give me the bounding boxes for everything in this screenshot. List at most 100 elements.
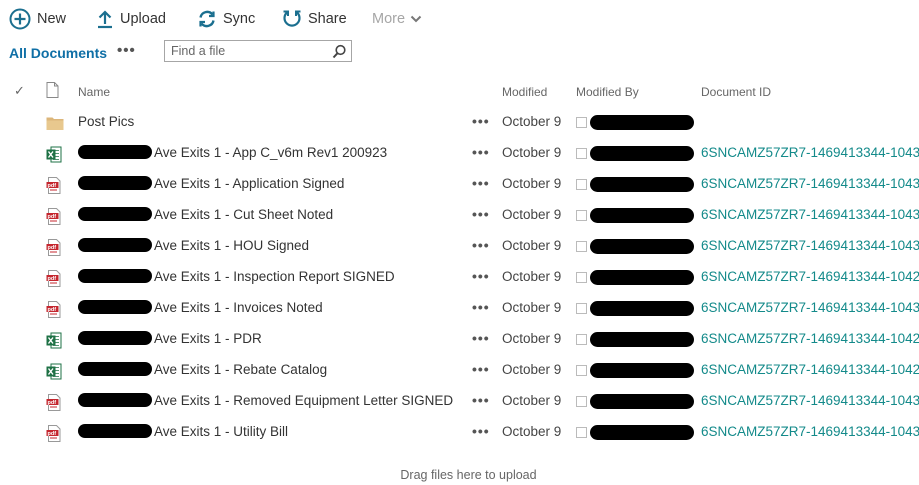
column-modified-by[interactable]: Modified By	[576, 85, 639, 99]
column-name[interactable]: Name	[78, 85, 110, 99]
excel-file-icon	[46, 146, 62, 163]
presence-checkbox[interactable]	[576, 148, 587, 159]
share-label: Share	[308, 11, 347, 27]
document-name-link[interactable]: Ave Exits 1 - HOU Signed	[78, 238, 309, 253]
document-id-link[interactable]: 6SNCAMZ57ZR7-1469413344-10436	[701, 238, 919, 253]
presence-checkbox[interactable]	[576, 117, 587, 128]
column-modified[interactable]: Modified	[502, 85, 547, 99]
document-id-link[interactable]: 6SNCAMZ57ZR7-1469413344-10432	[701, 393, 919, 408]
document-name-text: Ave Exits 1 - Rebate Catalog	[154, 362, 328, 377]
redaction-mark	[78, 331, 152, 345]
modified-by-redacted	[590, 301, 694, 316]
redaction-mark	[78, 238, 152, 252]
row-ellipsis-icon[interactable]: •••	[472, 144, 490, 160]
presence-checkbox[interactable]	[576, 210, 587, 221]
pdf-file-icon: pdf	[46, 425, 62, 442]
magnifier-icon[interactable]	[332, 44, 347, 64]
document-name-link[interactable]: Ave Exits 1 - Utility Bill	[78, 424, 288, 439]
document-row[interactable]: pdf Ave Exits 1 - Inspection Report SIGNE…	[0, 262, 919, 293]
document-name-link[interactable]: Ave Exits 1 - PDR	[78, 331, 262, 346]
document-name-text: Ave Exits 1 - Inspection Report SIGNED	[154, 269, 395, 284]
upload-arrow-icon	[96, 9, 114, 29]
modified-by-redacted	[590, 425, 694, 440]
document-name-link[interactable]: Ave Exits 1 - Application Signed	[78, 176, 344, 191]
row-ellipsis-icon[interactable]: •••	[472, 361, 490, 377]
document-row[interactable]: pdf Ave Exits 1 - HOU Signed ••• October 9 6…	[0, 231, 919, 262]
document-id-link[interactable]: 6SNCAMZ57ZR7-1469413344-10427	[701, 269, 919, 284]
presence-checkbox[interactable]	[576, 396, 587, 407]
document-row[interactable]: Ave Exits 1 - PDR ••• October 9 6SNCAMZ57ZR…	[0, 324, 919, 355]
document-name-text: Ave Exits 1 - HOU Signed	[154, 238, 310, 253]
share-button[interactable]: Share	[282, 0, 347, 38]
document-name-link[interactable]: Ave Exits 1 - Removed Equipment Letter S…	[78, 393, 453, 408]
document-row[interactable]: pdf Ave Exits 1 - Cut Sheet Noted ••• Octob…	[0, 200, 919, 231]
document-row[interactable]: Ave Exits 1 - Rebate Catalog ••• October 9…	[0, 355, 919, 386]
modified-by-redacted	[590, 394, 694, 409]
sync-button[interactable]: Sync	[197, 0, 255, 38]
modified-by-redacted	[590, 239, 694, 254]
column-header: ✓ Name Modified Modified By Document ID	[0, 80, 919, 104]
document-row[interactable]: pdf Ave Exits 1 - Removed Equipment Lette…	[0, 386, 919, 417]
document-name-link[interactable]: Ave Exits 1 - Rebate Catalog	[78, 362, 327, 377]
new-button[interactable]: New	[9, 0, 66, 38]
row-ellipsis-icon[interactable]: •••	[472, 330, 490, 346]
select-all-check[interactable]: ✓	[14, 83, 25, 99]
modified-date: October 9	[502, 393, 562, 408]
modified-by-redacted	[590, 177, 694, 192]
modified-date: October 9	[502, 114, 562, 129]
more-label: More	[372, 11, 406, 27]
view-bar: All Documents •••	[0, 38, 919, 68]
document-row[interactable]: pdf Ave Exits 1 - Utility Bill ••• October …	[0, 417, 919, 448]
redaction-mark	[78, 145, 152, 159]
presence-checkbox[interactable]	[576, 179, 587, 190]
document-name-link[interactable]: Ave Exits 1 - Inspection Report SIGNED	[78, 269, 395, 284]
document-id-link[interactable]: 6SNCAMZ57ZR7-1469413344-10431	[701, 300, 919, 315]
modified-by-redacted	[590, 270, 694, 285]
file-type-header-icon[interactable]	[46, 82, 59, 101]
document-row[interactable]: Post Pics ••• October 9	[0, 107, 919, 138]
document-name-link[interactable]: Ave Exits 1 - App C_v6m Rev1 200923	[78, 145, 387, 160]
svg-text:pdf: pdf	[48, 183, 57, 189]
row-ellipsis-icon[interactable]: •••	[472, 299, 490, 315]
row-ellipsis-icon[interactable]: •••	[472, 423, 490, 439]
row-ellipsis-icon[interactable]: •••	[472, 268, 490, 284]
presence-checkbox[interactable]	[576, 303, 587, 314]
document-row[interactable]: pdf Ave Exits 1 - Invoices Noted ••• Octobe…	[0, 293, 919, 324]
row-ellipsis-icon[interactable]: •••	[472, 206, 490, 222]
document-name-link[interactable]: Ave Exits 1 - Cut Sheet Noted	[78, 207, 333, 222]
svg-text:pdf: pdf	[48, 400, 57, 406]
new-label: New	[37, 11, 67, 27]
document-id-link[interactable]: 6SNCAMZ57ZR7-1469413344-10430	[701, 145, 919, 160]
search-input[interactable]	[171, 43, 321, 59]
modified-date: October 9	[502, 362, 562, 377]
row-ellipsis-icon[interactable]: •••	[472, 113, 490, 129]
document-id-link[interactable]: 6SNCAMZ57ZR7-1469413344-10433	[701, 424, 919, 439]
document-id-link[interactable]: 6SNCAMZ57ZR7-1469413344-10434	[701, 176, 919, 191]
modified-date: October 9	[502, 300, 562, 315]
document-row[interactable]: pdf Ave Exits 1 - Application Signed ••• Oc…	[0, 169, 919, 200]
svg-text:pdf: pdf	[48, 431, 57, 437]
document-name-link[interactable]: Ave Exits 1 - Invoices Noted	[78, 300, 323, 315]
document-name-text: Ave Exits 1 - Utility Bill	[154, 424, 289, 439]
view-options-ellipsis-icon[interactable]: •••	[117, 42, 136, 59]
presence-checkbox[interactable]	[576, 427, 587, 438]
document-id-link[interactable]: 6SNCAMZ57ZR7-1469413344-10435	[701, 207, 919, 222]
presence-checkbox[interactable]	[576, 334, 587, 345]
modified-date: October 9	[502, 238, 562, 253]
row-ellipsis-icon[interactable]: •••	[472, 237, 490, 253]
svg-text:pdf: pdf	[48, 245, 57, 251]
more-button[interactable]: More	[372, 0, 422, 38]
column-document-id[interactable]: Document ID	[701, 85, 771, 99]
row-ellipsis-icon[interactable]: •••	[472, 392, 490, 408]
redaction-mark	[78, 300, 152, 314]
upload-button[interactable]: Upload	[96, 0, 166, 38]
document-name-link[interactable]: Post Pics	[78, 114, 134, 129]
row-ellipsis-icon[interactable]: •••	[472, 175, 490, 191]
presence-checkbox[interactable]	[576, 272, 587, 283]
document-id-link[interactable]: 6SNCAMZ57ZR7-1469413344-10429	[701, 362, 919, 377]
view-all-documents[interactable]: All Documents	[9, 45, 107, 61]
document-id-link[interactable]: 6SNCAMZ57ZR7-1469413344-10428	[701, 331, 919, 346]
presence-checkbox[interactable]	[576, 241, 587, 252]
presence-checkbox[interactable]	[576, 365, 587, 376]
document-row[interactable]: Ave Exits 1 - App C_v6m Rev1 200923 ••• Oc…	[0, 138, 919, 169]
